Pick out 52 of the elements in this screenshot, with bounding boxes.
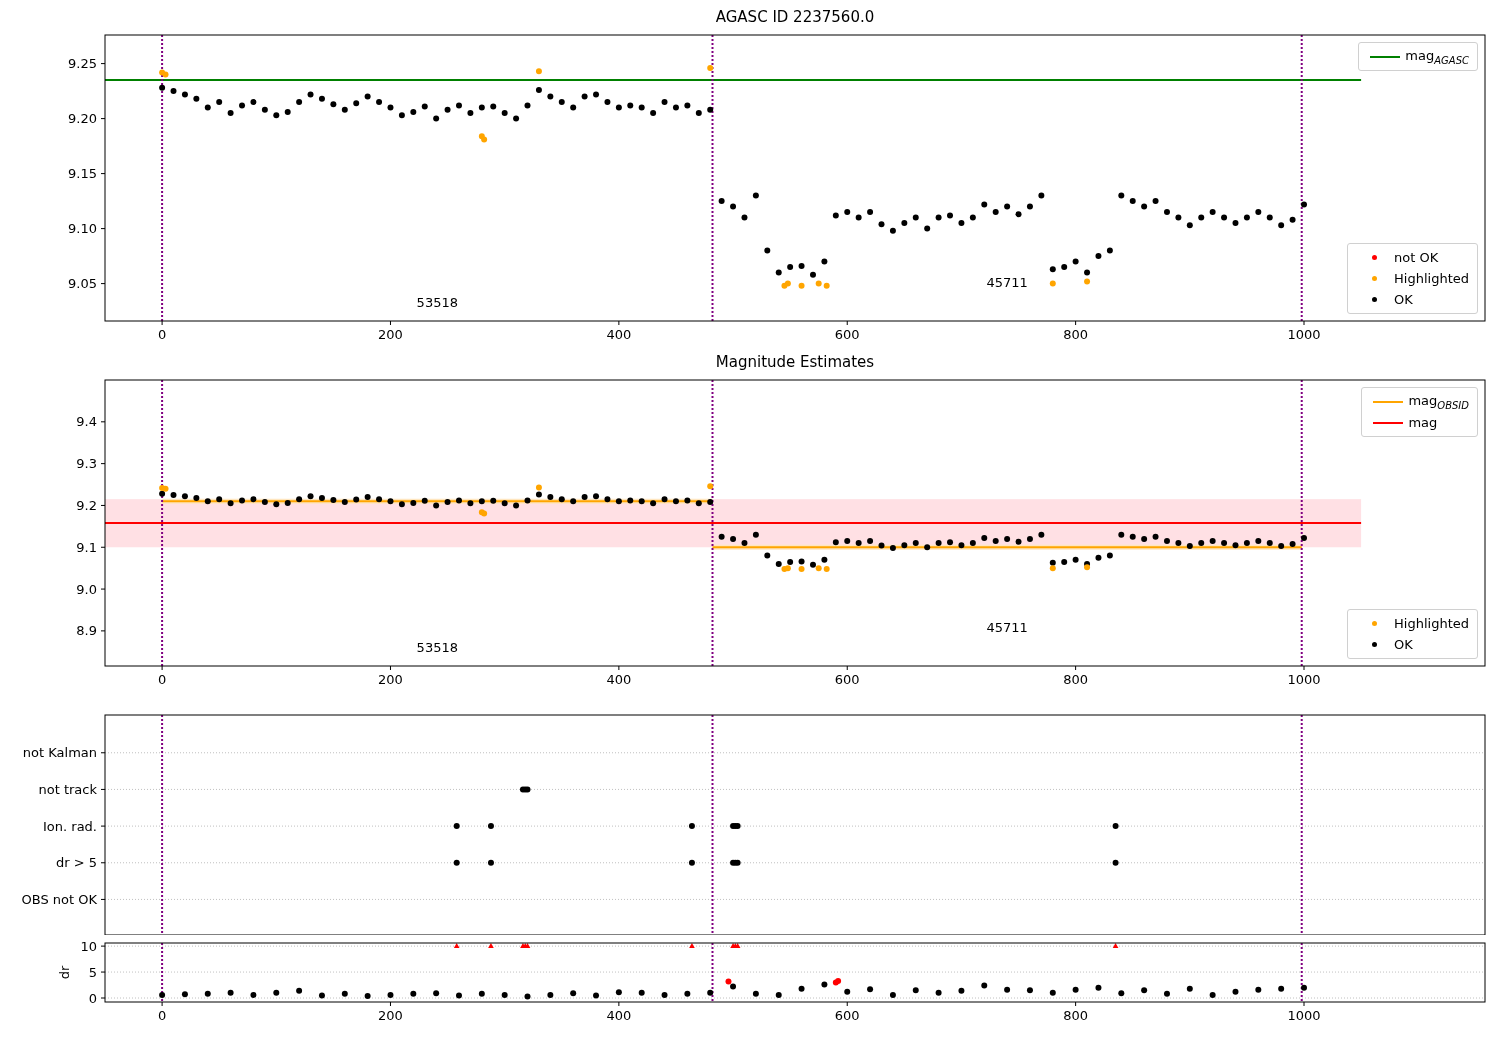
x-tick-label: 200 bbox=[378, 327, 403, 342]
annotation-label: 53518 bbox=[416, 295, 458, 310]
legend-label: Highlighted bbox=[1394, 271, 1470, 286]
x-tick-label: 800 bbox=[1063, 672, 1089, 687]
y-tick-label: 9.1 bbox=[76, 539, 97, 555]
chart-title: AGASC ID 2237560.0 bbox=[715, 8, 875, 26]
chart-title: Magnitude Estimates bbox=[715, 353, 875, 371]
x-tick-label: 200 bbox=[378, 1008, 403, 1023]
legend-label: OK bbox=[1394, 637, 1414, 652]
x-tick-label: 0 bbox=[157, 1008, 167, 1023]
y-tick-label: not track bbox=[38, 781, 97, 797]
x-tick-label: 400 bbox=[606, 327, 632, 342]
x-tick-label: 1000 bbox=[1287, 327, 1321, 342]
legend-label: mag bbox=[1408, 415, 1439, 430]
x-tick-label: 600 bbox=[834, 672, 860, 687]
x-tick-label: 400 bbox=[606, 1008, 632, 1023]
y-tick-label: 9.2 bbox=[76, 497, 97, 513]
y-tick-label: 9.15 bbox=[68, 166, 97, 182]
y-tick-label: 9.3 bbox=[76, 456, 97, 472]
y-tick-label: 5 bbox=[88, 964, 97, 980]
y-tick-label: 0 bbox=[88, 990, 97, 1006]
x-tick-label: 800 bbox=[1063, 327, 1089, 342]
legend-label: not OK bbox=[1394, 250, 1440, 265]
y-tick-label: 9.0 bbox=[76, 581, 97, 597]
legend-label: OK bbox=[1394, 292, 1414, 307]
annotation-label: 45711 bbox=[986, 275, 1028, 290]
legend-label: mag$_{OBSID}$ bbox=[1408, 392, 1470, 411]
x-tick-label: 200 bbox=[378, 672, 403, 687]
y-tick-label: 9.10 bbox=[68, 221, 97, 237]
x-tick-label: 400 bbox=[606, 672, 632, 687]
y-tick-label: 9.25 bbox=[68, 56, 97, 72]
y-tick-label: 9.05 bbox=[68, 276, 97, 292]
y-tick-label: Ion. rad. bbox=[43, 818, 97, 834]
y-tick-label: 9.4 bbox=[76, 414, 97, 430]
x-tick-label: 0 bbox=[157, 672, 167, 687]
x-tick-label: 600 bbox=[834, 1008, 860, 1023]
x-tick-label: 600 bbox=[834, 327, 860, 342]
y-tick-label: 10 bbox=[80, 938, 97, 954]
y-tick-label: 9.20 bbox=[68, 111, 97, 127]
x-tick-label: 1000 bbox=[1287, 1008, 1321, 1023]
x-tick-label: 1000 bbox=[1287, 672, 1321, 687]
annotation-label: 45711 bbox=[986, 620, 1028, 635]
annotation-label: 53518 bbox=[416, 640, 458, 655]
x-tick-label: 800 bbox=[1063, 1008, 1089, 1023]
y-tick-label: dr > 5 bbox=[55, 855, 97, 871]
x-tick-label: 0 bbox=[157, 327, 167, 342]
y-axis-label: dr bbox=[57, 965, 72, 980]
y-tick-label: not Kalman bbox=[22, 745, 97, 761]
y-tick-label: 8.9 bbox=[76, 623, 97, 639]
legend-label: Highlighted bbox=[1394, 616, 1470, 631]
y-tick-label: OBS not OK bbox=[21, 891, 97, 907]
legend-label: mag$_{AGASC}$ bbox=[1405, 47, 1470, 66]
